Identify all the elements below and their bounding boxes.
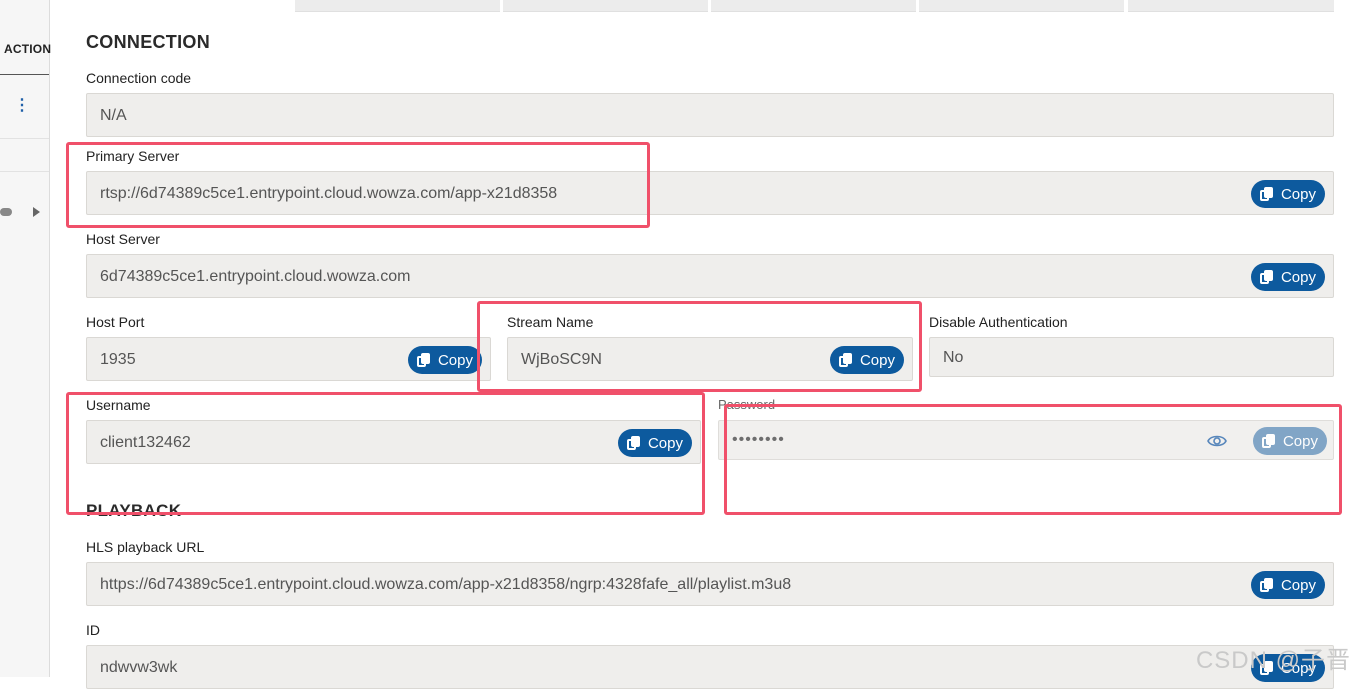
action-column-header: ACTION (4, 42, 52, 56)
copy-icon (838, 352, 853, 368)
copy-label: Copy (1282, 432, 1318, 450)
primary-server-field[interactable]: rtsp://6d74389c5ce1.entrypoint.cloud.wow… (86, 171, 1334, 215)
playback-section-title: PLAYBACK (86, 501, 182, 520)
username-label: Username (86, 397, 151, 413)
copy-label: Copy (437, 351, 473, 369)
host-server-field[interactable]: 6d74389c5ce1.entrypoint.cloud.wowza.com … (86, 254, 1334, 298)
primary-server-label: Primary Server (86, 148, 180, 164)
connection-code-value: N/A (100, 107, 127, 124)
copy-host-port-button[interactable]: Copy (407, 346, 482, 374)
tab-stub[interactable] (503, 0, 708, 12)
copy-label: Copy (1280, 268, 1316, 286)
header-divider (0, 74, 49, 75)
copy-label: Copy (859, 351, 895, 369)
stream-name-value: WjBoSC9N (521, 351, 602, 368)
host-server-label: Host Server (86, 231, 160, 247)
host-port-field[interactable]: 1935 Copy (86, 337, 491, 381)
connection-code-label: Connection code (86, 70, 192, 86)
host-port-label: Host Port (86, 314, 145, 330)
connection-section-title: CONNECTION (86, 32, 210, 52)
copy-label: Copy (1280, 185, 1316, 203)
row-divider (0, 171, 49, 172)
tab-stub[interactable] (1128, 0, 1334, 12)
eye-icon[interactable] (1207, 431, 1227, 451)
tab-stub[interactable] (295, 0, 500, 12)
copy-host-server-button[interactable]: Copy (1250, 263, 1325, 291)
id-field[interactable]: ndwvw3wk Copy (86, 645, 1334, 689)
horizontal-scrollbar-thumb[interactable] (0, 208, 12, 216)
disable-auth-value: No (943, 349, 964, 366)
scroll-right-arrow-icon[interactable] (33, 207, 40, 217)
copy-primary-server-button[interactable]: Copy (1250, 180, 1325, 208)
username-field[interactable]: client132462 Copy (86, 420, 701, 464)
tab-stub[interactable] (711, 0, 916, 12)
host-server-value: 6d74389c5ce1.entrypoint.cloud.wowza.com (100, 268, 411, 285)
username-value: client132462 (100, 434, 191, 451)
copy-icon (626, 435, 641, 451)
copy-label: Copy (647, 434, 683, 452)
copy-icon (1259, 577, 1274, 593)
copy-icon (1259, 269, 1274, 285)
password-value: •••••••• (732, 431, 785, 448)
row-divider (0, 138, 49, 139)
id-value: ndwvw3wk (100, 659, 178, 676)
copy-username-button[interactable]: Copy (617, 429, 692, 457)
kebab-menu-icon[interactable]: ⋮ (14, 96, 30, 116)
host-port-value: 1935 (100, 351, 136, 368)
watermark: CSDN @子晋 (1195, 647, 1351, 674)
copy-password-button[interactable]: Copy (1252, 427, 1327, 455)
stream-name-label: Stream Name (507, 314, 594, 330)
copy-label: Copy (1280, 576, 1316, 594)
disable-auth-label: Disable Authentication (929, 314, 1068, 330)
password-field[interactable]: •••••••• Copy (718, 420, 1334, 460)
copy-stream-name-button[interactable]: Copy (829, 346, 904, 374)
id-label: ID (86, 622, 100, 638)
copy-hls-url-button[interactable]: Copy (1250, 571, 1325, 599)
copy-icon (416, 352, 431, 368)
connection-code-field[interactable]: N/A (86, 93, 1334, 137)
disable-auth-select[interactable]: No (929, 337, 1334, 377)
hls-url-field[interactable]: https://6d74389c5ce1.entrypoint.cloud.wo… (86, 562, 1334, 606)
hls-url-value: https://6d74389c5ce1.entrypoint.cloud.wo… (100, 576, 792, 593)
copy-icon (1259, 186, 1274, 202)
hls-url-label: HLS playback URL (86, 539, 205, 555)
tab-stub[interactable] (919, 0, 1124, 12)
copy-icon (1261, 433, 1276, 449)
password-label: Password (718, 397, 776, 412)
stream-name-field[interactable]: WjBoSC9N Copy (507, 337, 913, 381)
primary-server-value: rtsp://6d74389c5ce1.entrypoint.cloud.wow… (100, 185, 558, 202)
